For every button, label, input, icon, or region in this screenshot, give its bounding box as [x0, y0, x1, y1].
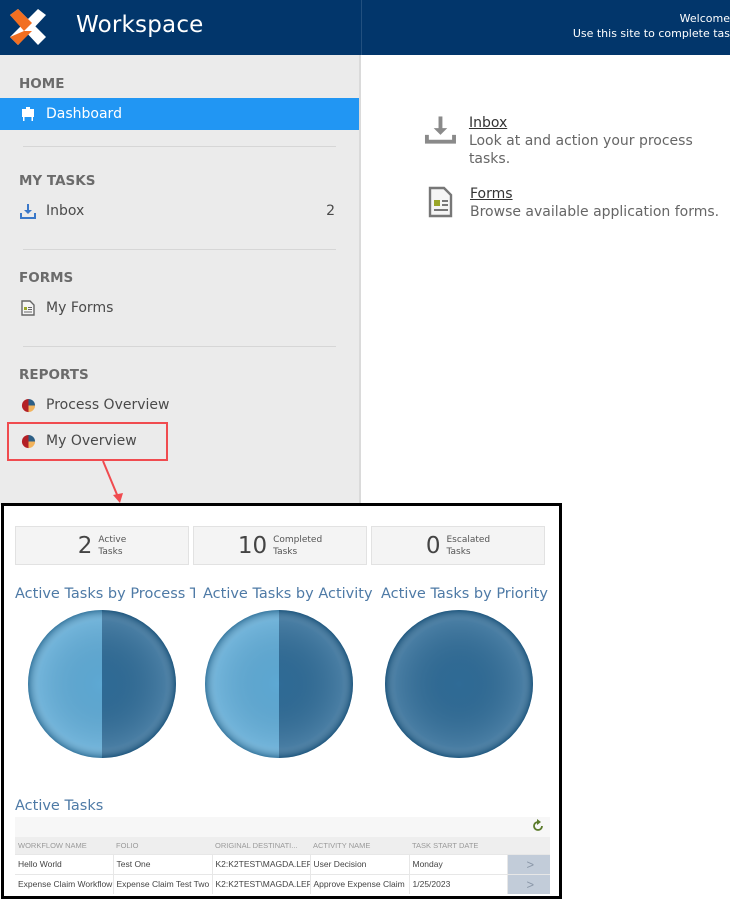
refresh-icon[interactable] [531, 819, 545, 833]
pie-chart-activity[interactable] [204, 609, 354, 759]
kpi-escalated-tasks: 0 Escalated Tasks [371, 526, 545, 565]
grid-header-row: WORKFLOW NAME FOLIO ORIGINAL DESTINATI..… [15, 837, 550, 854]
cell-activity-name: Approve Expense Claim [310, 873, 410, 894]
kpi-label: Escalated Tasks [446, 534, 491, 557]
inbox-download-icon [424, 116, 456, 144]
kpi-active-tasks: 2 Active Tasks [15, 526, 189, 565]
kpi-value: 2 [77, 532, 93, 559]
open-task-chevron-icon[interactable]: > [507, 853, 550, 874]
app-title: Workspace [76, 12, 204, 38]
kpi-value: 0 [425, 532, 441, 559]
forms-link-description: Browse available application forms. [470, 204, 720, 220]
form-document-icon [428, 186, 453, 218]
cell-activity-name: User Decision [310, 853, 410, 874]
cell-original-destination: K2:K2TEST\MAGDA.LERO... [212, 853, 311, 874]
column-header-folio[interactable]: FOLIO [113, 837, 212, 854]
inbox-link-title[interactable]: Inbox [469, 114, 730, 132]
column-header-action [507, 837, 550, 854]
my-overview-report-panel: 2 Active Tasks 10 Completed Tasks 0 Escala… [1, 503, 562, 899]
cell-original-destination: K2:K2TEST\MAGDA.LERO... [212, 873, 311, 894]
cell-task-start-date: Monday [409, 853, 508, 874]
forms-link-title[interactable]: Forms [470, 185, 719, 203]
sidebar-item-label: My Forms [46, 300, 114, 316]
chart-title-activity: Active Tasks by Activity [203, 586, 373, 602]
column-header-workflow-name[interactable]: WORKFLOW NAME [15, 837, 113, 854]
app-header: Workspace Welcome Use this site to compl… [0, 0, 730, 55]
main-link-forms[interactable]: Forms Browse available application forms… [424, 185, 719, 221]
cell-folio: Expense Claim Test Two [113, 873, 213, 894]
form-document-icon [19, 299, 37, 317]
column-header-task-start-date[interactable]: TASK START DATE [409, 837, 507, 854]
kpi-completed-tasks: 10 Completed Tasks [193, 526, 367, 565]
grid-toolbar [15, 817, 550, 837]
pie-chart-process-type[interactable] [27, 609, 177, 759]
sidebar-item-process-overview[interactable]: Process Overview [0, 389, 359, 421]
sidebar-divider [23, 249, 336, 250]
section-label-reports: REPORTS [19, 367, 89, 383]
welcome-line-2: Use this site to complete tas [572, 27, 730, 40]
sidebar-divider [23, 146, 336, 147]
cell-workflow-name: Hello World [15, 853, 114, 874]
table-row[interactable]: Expense Claim Workflow Expense Claim Tes… [15, 873, 550, 894]
welcome-line-1: Welcome [679, 12, 730, 25]
pie-shading [205, 610, 353, 758]
kpi-label: Active Tasks [98, 534, 127, 557]
cell-folio: Test One [113, 853, 213, 874]
kpi-value: 10 [237, 532, 268, 559]
chart-title-process-type: Active Tasks by Process Ty [15, 586, 195, 602]
column-header-activity-name[interactable]: ACTIVITY NAME [310, 837, 409, 854]
main-link-inbox[interactable]: Inbox Look at and action your process ta… [424, 114, 730, 168]
sidebar-item-label: Inbox [46, 203, 85, 219]
welcome-message: Welcome Use this site to complete tas [573, 11, 730, 41]
dashboard-easel-icon [19, 105, 37, 123]
sidebar-item-my-forms[interactable]: My Forms [0, 292, 359, 324]
sidebar-item-inbox[interactable]: Inbox 2 [0, 195, 359, 227]
sidebar-item-label: Dashboard [46, 106, 122, 122]
pie-chart-icon [19, 396, 37, 414]
open-task-chevron-icon[interactable]: > [507, 873, 550, 894]
active-tasks-title: Active Tasks [15, 798, 104, 814]
sidebar-item-dashboard[interactable]: Dashboard [0, 98, 359, 130]
chart-title-priority: Active Tasks by Priority [381, 586, 548, 602]
column-header-original-destination[interactable]: ORIGINAL DESTINATI... [212, 837, 310, 854]
inbox-count-badge: 2 [326, 203, 335, 219]
cell-workflow-name: Expense Claim Workflow [15, 873, 114, 894]
pie-chart-priority[interactable] [384, 609, 534, 759]
section-label-my-tasks: MY TASKS [19, 173, 96, 189]
section-label-forms: FORMS [19, 270, 74, 286]
k2-logo-icon[interactable] [8, 7, 48, 47]
section-label-home: HOME [19, 76, 65, 92]
sidebar-divider [23, 346, 336, 347]
inbox-download-icon [19, 202, 37, 220]
kpi-label: Completed Tasks [273, 534, 323, 557]
table-row[interactable]: Hello World Test One K2:K2TEST\MAGDA.LER… [15, 853, 550, 874]
sidebar-item-label: Process Overview [46, 397, 170, 413]
pie-shading [28, 610, 176, 758]
annotation-highlight-box [7, 422, 168, 461]
cell-task-start-date: 1/25/2023 [409, 873, 508, 894]
inbox-link-description: Look at and action your process tasks. [468, 133, 693, 167]
pie-shading [385, 610, 533, 758]
active-tasks-grid: WORKFLOW NAME FOLIO ORIGINAL DESTINATI..… [15, 837, 550, 894]
header-divider [361, 0, 362, 55]
